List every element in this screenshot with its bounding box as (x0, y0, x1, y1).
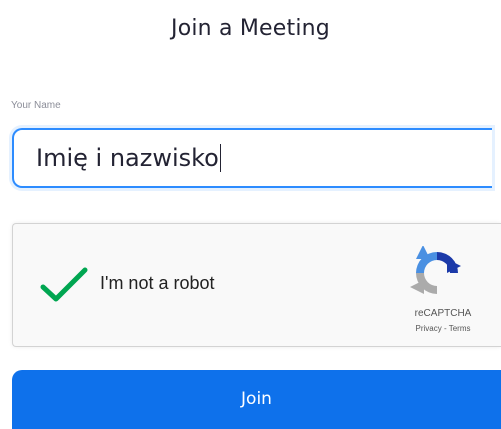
recaptcha-brand-text: reCAPTCHA (414, 308, 472, 319)
name-field-label: Your Name (11, 100, 61, 111)
name-input[interactable]: Imię i nazwisko (12, 128, 492, 188)
text-caret (219, 144, 222, 172)
captcha-checkbox-label: I'm not a robot (100, 273, 215, 293)
recaptcha-links: Privacy - Terms (395, 324, 491, 333)
checkmark-icon[interactable] (39, 266, 89, 304)
recaptcha-logo-icon (410, 246, 461, 294)
privacy-link[interactable]: Privacy (416, 324, 442, 333)
join-button[interactable]: Join (12, 370, 501, 429)
join-meeting-page: Join a Meeting Your Name Imię i nazwisko… (0, 0, 501, 429)
recaptcha-widget: I'm not a robot reCAPTCHA Privacy - Term… (12, 223, 501, 347)
name-input-value: Imię i nazwisko (36, 144, 219, 172)
links-separator: - (441, 324, 449, 333)
page-title: Join a Meeting (171, 16, 330, 41)
terms-link[interactable]: Terms (449, 324, 471, 333)
